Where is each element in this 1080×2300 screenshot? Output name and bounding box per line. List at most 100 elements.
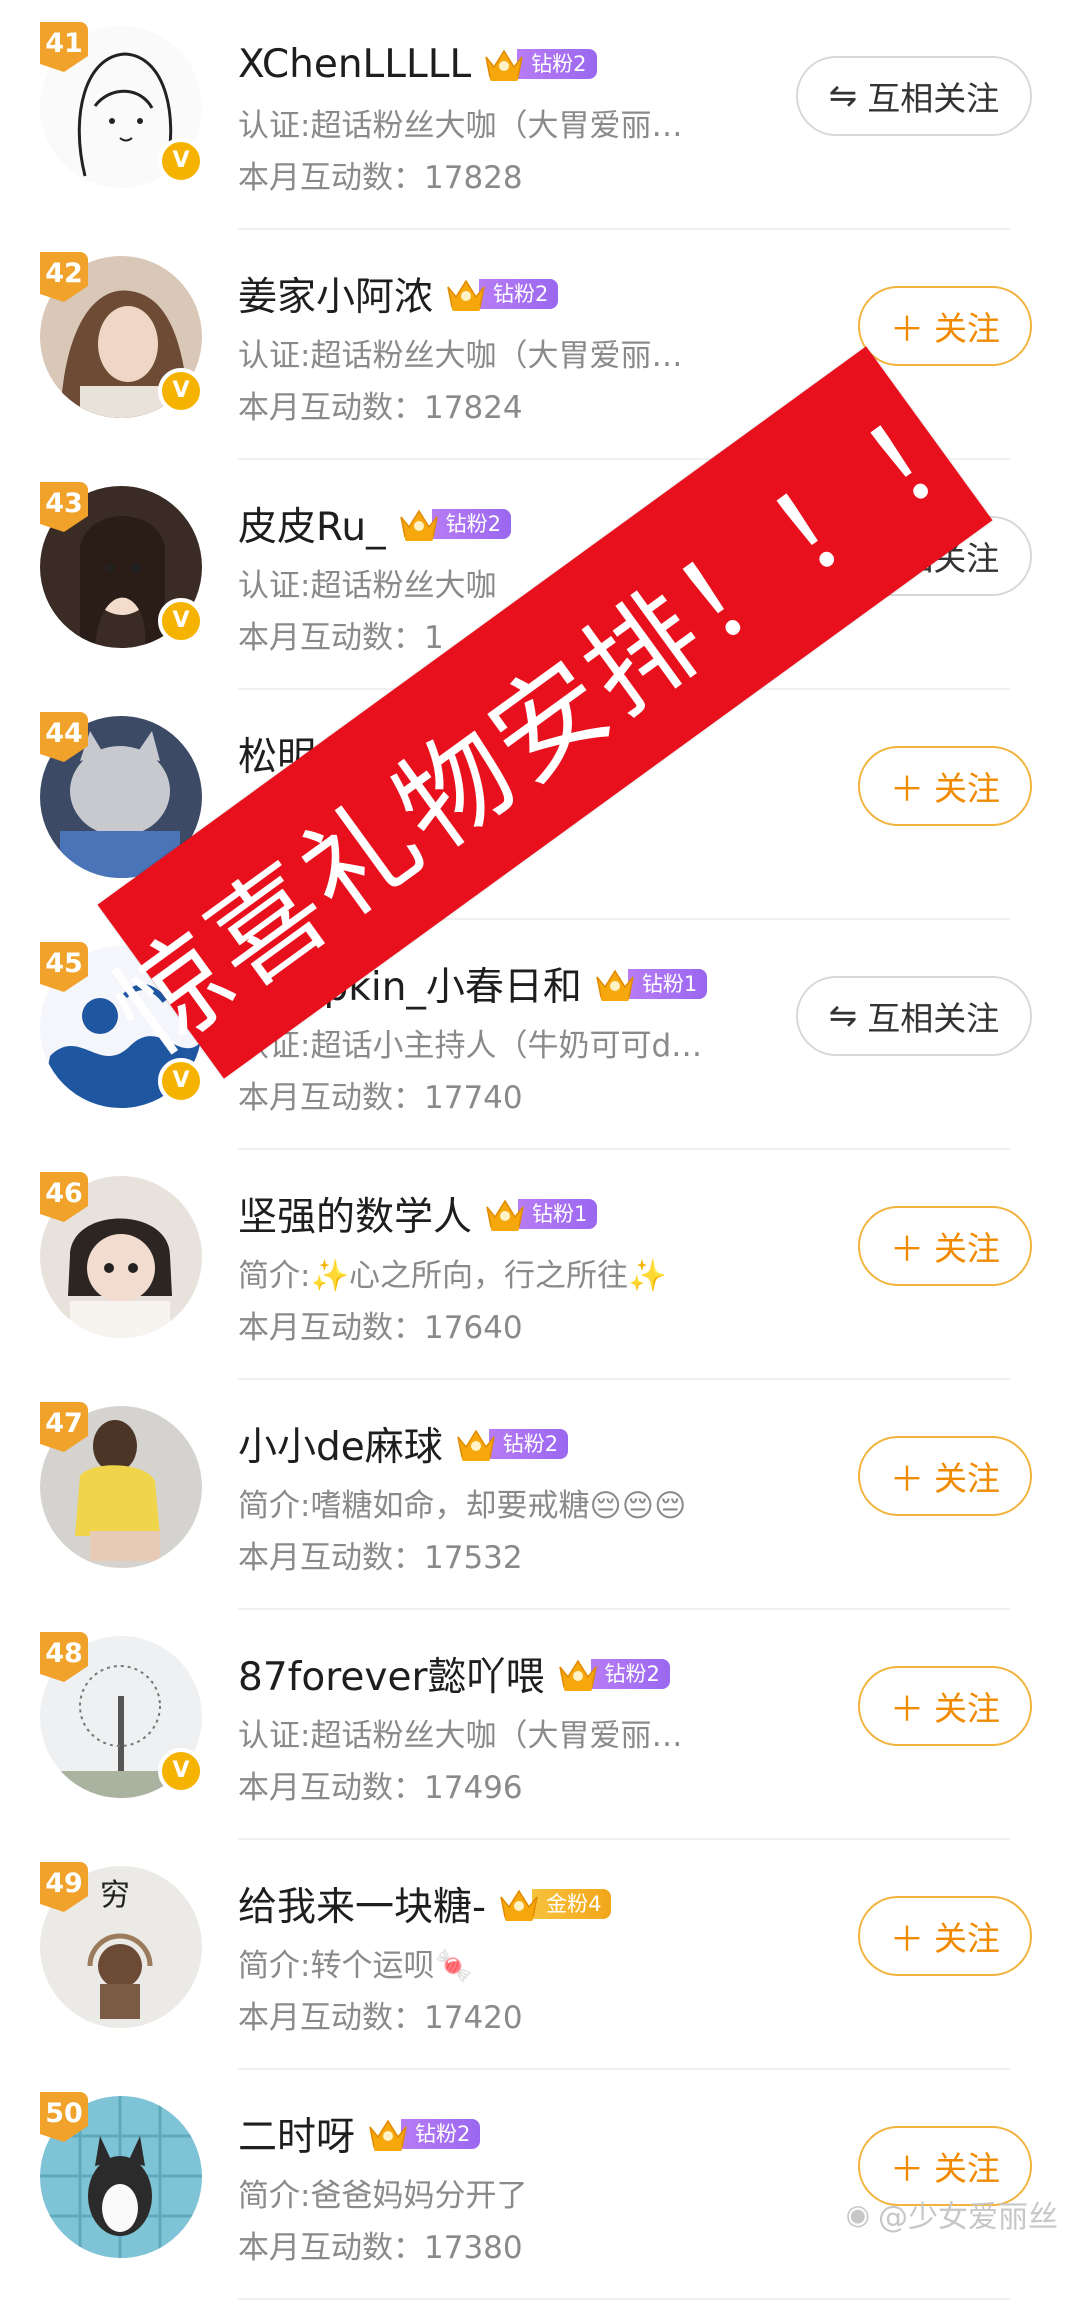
list-item[interactable]: 41 V XChenLLLLL 钻粉2 认证:超话粉丝大咖（大胃爱丽… 本月互动… xyxy=(0,0,1080,230)
user-description: 认证:超话粉丝大咖（大胃爱丽… xyxy=(238,338,683,374)
rank-badge: 44 xyxy=(40,712,88,762)
follow-button[interactable]: ＋ 关注 xyxy=(858,1896,1032,1976)
plus-icon: ＋ xyxy=(890,1919,924,1960)
name-line: 姜家小阿浓 钻粉2 xyxy=(238,266,559,322)
follow-button[interactable]: ＋关注 xyxy=(858,1206,1032,1286)
weibo-watermark: ◉ @少女爱丽丝 xyxy=(846,2192,1058,2236)
user-name[interactable]: 皮皮Ru_ xyxy=(238,496,386,552)
mutual-follow-label: 互相关注 xyxy=(867,79,1000,118)
mutual-follow-button[interactable]: ⇋互相关注 xyxy=(796,56,1032,136)
follow-button-label: 关注 xyxy=(934,309,1000,348)
fan-level-badge: 钻粉1 xyxy=(484,1196,598,1232)
user-name[interactable]: 给我来一块糖- xyxy=(238,1876,486,1932)
weibo-logo-icon: ◉ xyxy=(845,2197,870,2231)
user-description: 认证:超话粉丝大咖（大胃爱丽… xyxy=(238,108,683,144)
rank-number: 42 xyxy=(45,258,83,289)
watermark-text: @少女爱丽丝 xyxy=(878,2200,1058,2235)
rank-number: 49 xyxy=(45,1868,83,1899)
name-line: XChenLLLLL 钻粉2 xyxy=(238,38,597,90)
fan-level-label: 钻粉2 xyxy=(590,1659,670,1689)
rank-number: 50 xyxy=(45,2098,83,2129)
rank-badge: 48 xyxy=(40,1632,88,1682)
name-line: 87forever懿吖喂 钻粉2 xyxy=(238,1648,670,1700)
user-name[interactable]: 姜家小阿浓 xyxy=(238,266,433,322)
fan-level-label: 钻粉1 xyxy=(627,969,708,999)
follow-button-label: 关注 xyxy=(934,1229,1000,1268)
rank-number: 44 xyxy=(45,718,83,749)
fan-level-badge: 钻粉2 xyxy=(398,506,511,542)
follow-button-label: 关注 xyxy=(934,1919,1000,1958)
mutual-follow-button[interactable]: ⇋互相关注 xyxy=(796,976,1032,1056)
fan-level-label: 钻粉1 xyxy=(518,1199,598,1229)
follow-button[interactable]: ＋关注 xyxy=(858,286,1032,366)
plus-icon: ＋ xyxy=(890,2149,924,2190)
user-name[interactable]: 二时呀 xyxy=(238,2106,355,2162)
user-name[interactable]: 小小de麻球 xyxy=(238,1416,443,1472)
monthly-interactions: 本月互动数：17824 xyxy=(238,390,523,426)
name-line: 坚强的数学人 钻粉1 xyxy=(238,1186,598,1242)
rank-badge: 50 xyxy=(40,2092,88,2142)
monthly-interactions: 本月互动数：17420 xyxy=(238,2000,523,2036)
name-line: 二时呀 钻粉2 xyxy=(238,2106,481,2162)
monthly-interactions: 本月互动数：1 xyxy=(238,620,444,656)
list-item[interactable]: 46 坚强的数学人 钻粉1 简介:✨心之所向，行之所往✨ 本月互动数：17640… xyxy=(0,1150,1080,1380)
avatar-caption: 穷 xyxy=(100,1878,130,1913)
user-description: 认证:超话粉丝大咖 xyxy=(238,568,497,604)
user-name[interactable]: 坚强的数学人 xyxy=(238,1186,472,1242)
list-item[interactable]: 47 小小de麻球 钻粉2 简介:嗜糖如命，却要戒糖😔😔😔 本月互动数：1753… xyxy=(0,1380,1080,1610)
monthly-interactions: 本月互动数：17380 xyxy=(238,2230,523,2266)
fan-level-label: 钻粉2 xyxy=(488,1429,569,1459)
mutual-follow-label: 互相关注 xyxy=(867,999,1000,1038)
list-item[interactable]: 50 二时呀 钻粉2 简介:爸爸妈妈分开了 本月互动数：17380 ＋ 关注 xyxy=(0,2070,1080,2300)
plus-icon: ＋ xyxy=(890,769,924,810)
verified-icon: V xyxy=(158,1748,204,1794)
fan-level-badge: 钻粉2 xyxy=(557,1656,670,1692)
rank-number: 41 xyxy=(45,28,83,59)
fan-level-label: 钻粉2 xyxy=(431,509,511,539)
user-name[interactable]: 87forever懿吖喂 xyxy=(238,1646,545,1702)
follow-button-label: 关注 xyxy=(934,2149,1000,2188)
monthly-interactions: 本月互动数：17640 xyxy=(238,1310,523,1346)
list-item[interactable]: 穷 49 给我来一块糖- 金粉4 简介:转个运呗🍬 本月互动数：17420 ＋ 关… xyxy=(0,1840,1080,2070)
verified-icon: V xyxy=(158,368,204,414)
user-description: 简介:✨心之所向，行之所往✨ xyxy=(238,1258,667,1294)
user-description: 认证:超话小主持人（牛奶可可d… xyxy=(238,1028,703,1064)
name-line: 给我来一块糖- 金粉4 xyxy=(238,1876,612,1932)
verified-icon: V xyxy=(158,598,204,644)
follow-button-label: 关注 xyxy=(934,769,1000,808)
user-name[interactable]: XChenLLLLL xyxy=(238,42,471,87)
follow-button[interactable]: ＋关注 xyxy=(858,1666,1032,1746)
rank-badge: 41 xyxy=(40,22,88,72)
fan-level-badge: 钻粉2 xyxy=(367,2116,481,2152)
fan-level-label: 钻粉2 xyxy=(517,49,597,79)
rank-number: 46 xyxy=(45,1178,83,1209)
monthly-interactions: 本月互动数：17828 xyxy=(238,160,523,196)
fan-level-label: 钻粉2 xyxy=(401,2119,481,2149)
plus-icon: ＋ xyxy=(890,1459,924,1500)
fan-level-badge: 钻粉2 xyxy=(483,46,597,82)
rank-badge: 46 xyxy=(40,1172,88,1222)
follow-button[interactable]: ＋ 关注 xyxy=(858,1436,1032,1516)
follow-button[interactable]: ＋ 关注 xyxy=(858,746,1032,826)
user-description: 简介:嗜糖如命，却要戒糖😔😔😔 xyxy=(238,1488,687,1524)
verified-icon: V xyxy=(158,138,204,184)
rank-badge: 42 xyxy=(40,252,88,302)
swap-arrows-icon: ⇋ xyxy=(828,996,858,1036)
plus-icon: ＋ xyxy=(890,1689,924,1730)
list-item[interactable]: 48 V 87forever懿吖喂 钻粉2 认证:超话粉丝大咖（大胃爱丽… 本月… xyxy=(0,1610,1080,1840)
fan-level-badge: 钻粉2 xyxy=(455,1426,569,1462)
fan-level-badge: 钻粉1 xyxy=(594,966,708,1002)
user-description: 认证:超话粉丝大咖（大胃爱丽… xyxy=(238,1718,683,1754)
fan-level-label: 钻粉2 xyxy=(479,279,559,309)
swap-arrows-icon: ⇋ xyxy=(828,76,858,116)
fan-level-badge: 钻粉2 xyxy=(445,276,559,312)
rank-number: 48 xyxy=(45,1638,83,1669)
fan-level-label: 金粉4 xyxy=(532,1889,612,1919)
follow-button-label: 关注 xyxy=(934,1459,1000,1498)
monthly-interactions: 本月互动数：17496 xyxy=(238,1770,523,1806)
rank-number: 47 xyxy=(45,1408,83,1439)
name-line: 皮皮Ru_ 钻粉2 xyxy=(238,498,511,550)
user-description: 简介:转个运呗🍬 xyxy=(238,1948,474,1984)
monthly-interactions: 本月互动数：17532 xyxy=(238,1540,523,1576)
monthly-interactions: 本月互动数：17740 xyxy=(238,1080,523,1116)
